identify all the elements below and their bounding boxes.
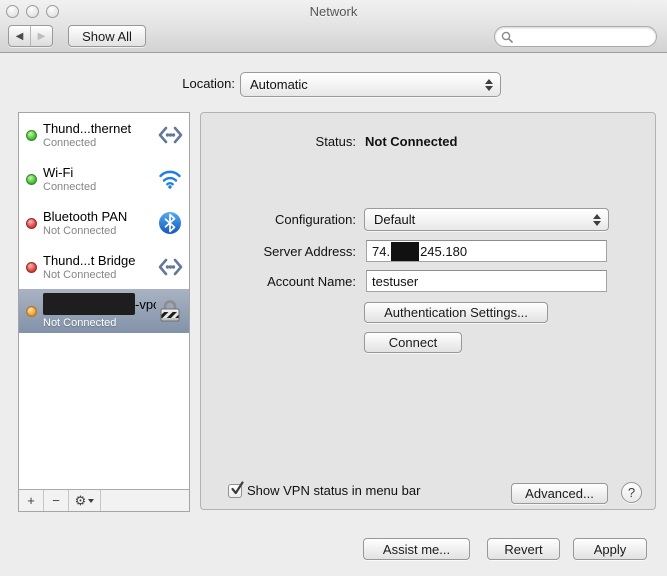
search-icon xyxy=(501,31,513,43)
location-label: Location: xyxy=(0,76,235,91)
forward-button[interactable]: ▶ xyxy=(31,26,52,46)
status-value: Not Connected xyxy=(365,134,457,149)
remove-service-button[interactable]: − xyxy=(44,490,69,511)
add-service-button[interactable]: + xyxy=(19,490,44,511)
gear-icon: ⚙ xyxy=(75,493,87,509)
forward-icon: ▶ xyxy=(38,31,46,42)
vpn-menubar-row: Show VPN status in menu bar xyxy=(228,483,420,498)
status-dot-red xyxy=(26,262,37,273)
search-input[interactable] xyxy=(516,30,646,44)
service-row-thunderbolt-bridge[interactable]: Thund...t Bridge Not Connected xyxy=(19,245,189,289)
account-name-label: Account Name: xyxy=(201,274,356,289)
server-address-row: Server Address: 74.245.180 xyxy=(201,240,607,262)
show-vpn-status-label: Show VPN status in menu bar xyxy=(247,483,420,498)
account-name-row: Account Name: testuser xyxy=(201,270,607,292)
search-field[interactable] xyxy=(494,26,657,47)
service-name: Thund...t Bridge xyxy=(43,254,156,267)
service-row-bluetooth-pan[interactable]: Bluetooth PAN Not Connected xyxy=(19,201,189,245)
revert-button[interactable]: Revert xyxy=(487,538,560,560)
service-row-vpn-selected[interactable]: -vpc1 Not Connected xyxy=(19,289,189,333)
server-address-label: Server Address: xyxy=(201,244,356,259)
server-address-field[interactable]: 74.245.180 xyxy=(366,240,607,262)
apply-button[interactable]: Apply xyxy=(573,538,647,560)
window-header: Network ◀ ▶ Show All xyxy=(0,0,667,53)
configuration-value: Default xyxy=(374,212,415,227)
service-status: Not Connected xyxy=(43,270,156,281)
services-sidebar: Thund...thernet Connected Wi-Fi Connecte… xyxy=(18,112,190,512)
bluetooth-icon xyxy=(156,211,184,235)
account-name-field[interactable]: testuser xyxy=(366,270,607,292)
back-icon: ◀ xyxy=(16,31,24,42)
service-status: Not Connected xyxy=(43,226,156,237)
redaction-box xyxy=(43,293,135,315)
configuration-label: Configuration: xyxy=(201,212,356,227)
service-status: Connected xyxy=(43,138,156,149)
service-name: Thund...thernet xyxy=(43,122,156,135)
status-label: Status: xyxy=(201,134,356,149)
service-status: Not Connected xyxy=(43,318,156,329)
redaction-box xyxy=(391,242,419,261)
status-dot-orange xyxy=(26,306,37,317)
status-dot-red xyxy=(26,218,37,229)
window-title: Network xyxy=(0,4,667,19)
nav-back-forward: ◀ ▶ xyxy=(8,25,53,47)
service-row-thunderbolt-ethernet[interactable]: Thund...thernet Connected xyxy=(19,113,189,157)
services-list: Thund...thernet Connected Wi-Fi Connecte… xyxy=(19,113,189,489)
status-dot-green xyxy=(26,174,37,185)
service-name: Wi-Fi xyxy=(43,166,156,179)
popup-arrows-icon xyxy=(485,79,493,91)
ethernet-icon xyxy=(156,125,184,145)
service-name-redacted: -vpc1 xyxy=(43,293,156,315)
show-all-button[interactable]: Show All xyxy=(68,25,146,47)
vpn-detail-panel: Status: Not Connected Configuration: Def… xyxy=(200,112,656,510)
location-popup[interactable]: Automatic xyxy=(240,72,501,97)
checkmark-icon xyxy=(230,481,245,496)
assist-me-button[interactable]: Assist me... xyxy=(363,538,470,560)
location-value: Automatic xyxy=(250,77,308,92)
show-vpn-status-checkbox[interactable] xyxy=(228,484,242,498)
configuration-popup[interactable]: Default xyxy=(364,208,609,231)
caret-down-icon xyxy=(88,499,94,503)
help-button[interactable]: ? xyxy=(621,482,642,503)
lock-icon xyxy=(156,298,184,324)
ethernet-icon xyxy=(156,257,184,277)
action-menu-button[interactable]: ⚙ xyxy=(69,490,101,511)
connect-button[interactable]: Connect xyxy=(364,332,462,353)
back-button[interactable]: ◀ xyxy=(9,26,31,46)
authentication-settings-button[interactable]: Authentication Settings... xyxy=(364,302,548,323)
service-name: Bluetooth PAN xyxy=(43,210,156,223)
status-dot-green xyxy=(26,130,37,141)
network-preferences-window: Network ◀ ▶ Show All Location: Automatic… xyxy=(0,0,667,576)
service-row-wifi[interactable]: Wi-Fi Connected xyxy=(19,157,189,201)
advanced-button[interactable]: Advanced... xyxy=(511,483,608,504)
configuration-row: Configuration: Default xyxy=(201,208,609,231)
status-row: Status: Not Connected xyxy=(201,134,457,149)
wifi-icon xyxy=(156,169,184,189)
sidebar-footer: + − ⚙ xyxy=(19,489,189,511)
service-status: Connected xyxy=(43,182,156,193)
popup-arrows-icon xyxy=(593,214,601,226)
